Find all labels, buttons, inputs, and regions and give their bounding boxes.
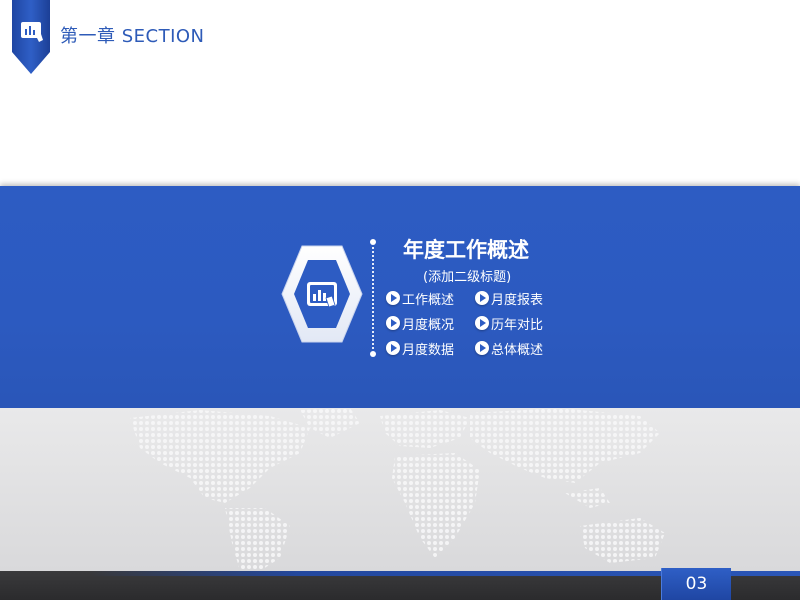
menu-item-general-overview[interactable]: 总体概述	[475, 338, 543, 358]
world-map-graphic	[130, 408, 665, 571]
section-title: 第一章 SECTION	[60, 26, 205, 47]
menu-item-label: 总体概述	[491, 342, 544, 358]
dotted-divider	[370, 239, 376, 357]
menu-item-label: 月度数据	[402, 342, 455, 358]
play-icon	[386, 341, 400, 355]
chapter-subtitle: (添加二级标题)	[423, 270, 512, 285]
divider-dot-bottom	[370, 351, 376, 357]
play-icon	[475, 341, 489, 355]
hexagon-emblem	[280, 244, 364, 344]
divider-line	[372, 247, 374, 349]
play-icon	[475, 291, 489, 305]
section-ribbon	[12, 0, 50, 74]
world-map-band	[0, 408, 800, 571]
play-icon	[386, 316, 400, 330]
divider-dot-top	[370, 239, 376, 245]
menu-item-label: 月度概况	[402, 317, 455, 333]
chart-tablet-icon	[281, 245, 363, 343]
chapter-title: 年度工作概述	[403, 238, 529, 262]
menu-item-monthly-summary[interactable]: 月度概况	[386, 313, 454, 333]
menu-item-monthly-report[interactable]: 月度报表	[475, 288, 543, 308]
page-number-badge: 03	[661, 568, 731, 600]
play-icon	[386, 291, 400, 305]
play-icon	[475, 316, 489, 330]
menu-item-label: 月度报表	[491, 292, 544, 308]
menu-item-monthly-data[interactable]: 月度数据	[386, 338, 454, 358]
menu-item-yearly-comparison[interactable]: 历年对比	[475, 313, 543, 333]
menu-item-label: 历年对比	[491, 317, 544, 333]
menu-item-label: 工作概述	[402, 292, 455, 308]
slide: 第一章 SECTION 年度工作概述 (添加二级标题) 工作概述 月度报表 月度…	[0, 0, 800, 600]
chart-tablet-icon	[12, 0, 50, 74]
menu-item-work-overview[interactable]: 工作概述	[386, 288, 454, 308]
